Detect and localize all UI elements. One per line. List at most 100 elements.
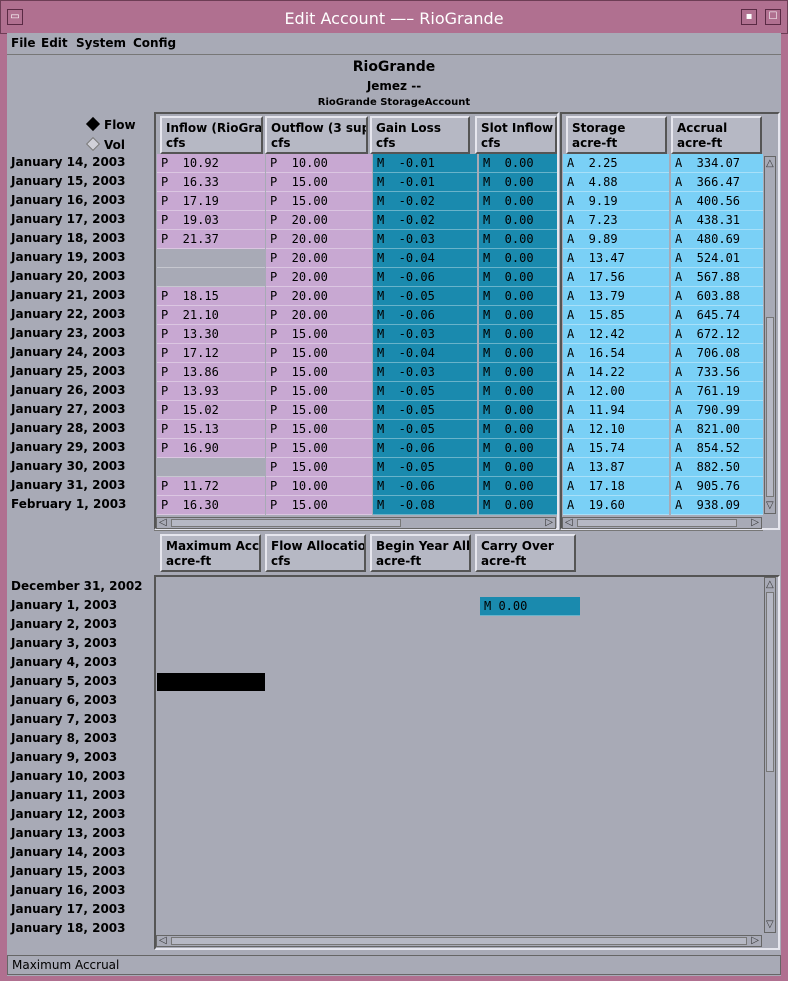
col-header-carry-over[interactable]: Carry Over acre-ft — [475, 534, 576, 572]
accrual-cell[interactable]: A 706.08 — [671, 344, 763, 363]
gain-loss-cell[interactable]: M -0.03 — [373, 363, 477, 382]
col-header-storage[interactable]: Storage acre-ft — [566, 116, 667, 154]
slot-inflow-cell[interactable]: M 0.00 — [479, 344, 557, 363]
scroll-right-icon[interactable]: ▷ — [751, 518, 759, 528]
gain-loss-cell[interactable]: M -0.05 — [373, 420, 477, 439]
upper-vscrollbar[interactable]: △ ▽ — [764, 156, 776, 514]
gain-loss-cell[interactable]: M -0.06 — [373, 268, 477, 287]
outflow-cell[interactable]: P 20.00 — [266, 306, 372, 325]
inflow-cell[interactable] — [157, 268, 265, 287]
outflow-cell[interactable]: P 20.00 — [266, 211, 372, 230]
gain-loss-cell[interactable]: M -0.06 — [373, 439, 477, 458]
storage-cell[interactable]: A 15.74 — [563, 439, 669, 458]
accrual-cell[interactable]: A 400.56 — [671, 192, 763, 211]
col-header-begin-year-alloc[interactable]: Begin Year Allo acre-ft — [370, 534, 471, 572]
gain-loss-cell[interactable]: M -0.08 — [373, 496, 477, 515]
lower-vscrollbar[interactable]: △ ▽ — [764, 577, 776, 933]
accrual-cell[interactable]: A 603.88 — [671, 287, 763, 306]
accrual-cell[interactable]: A 334.07 — [671, 154, 763, 173]
storage-cell[interactable]: A 19.60 — [563, 496, 669, 515]
scroll-down-icon[interactable]: ▽ — [766, 920, 774, 930]
col-header-gain-loss[interactable]: Gain Loss cfs — [370, 116, 470, 154]
accrual-cell[interactable]: A 567.88 — [671, 268, 763, 287]
storage-cell[interactable]: A 13.47 — [563, 249, 669, 268]
scroll-thumb[interactable] — [171, 519, 401, 527]
gain-loss-cell[interactable]: M -0.05 — [373, 458, 477, 477]
slot-inflow-cell[interactable]: M 0.00 — [479, 173, 557, 192]
inflow-cell[interactable] — [157, 249, 265, 268]
inflow-cell[interactable]: P 15.13 — [157, 420, 265, 439]
accrual-cell[interactable]: A 733.56 — [671, 363, 763, 382]
inflow-cell[interactable]: P 11.72 — [157, 477, 265, 496]
slot-inflow-cell[interactable]: M 0.00 — [479, 477, 557, 496]
storage-cell[interactable]: A 12.10 — [563, 420, 669, 439]
scroll-down-icon[interactable]: ▽ — [766, 501, 774, 511]
menu-edit[interactable]: Edit — [41, 36, 68, 50]
outflow-cell[interactable]: P 15.00 — [266, 401, 372, 420]
slot-inflow-cell[interactable]: M 0.00 — [479, 458, 557, 477]
gain-loss-cell[interactable]: M -0.05 — [373, 287, 477, 306]
selected-cell[interactable] — [157, 673, 265, 691]
gain-loss-cell[interactable]: M -0.06 — [373, 477, 477, 496]
storage-cell[interactable]: A 16.54 — [563, 344, 669, 363]
inflow-cell[interactable]: P 13.86 — [157, 363, 265, 382]
storage-cell[interactable]: A 9.89 — [563, 230, 669, 249]
accrual-cell[interactable]: A 905.76 — [671, 477, 763, 496]
gain-loss-cell[interactable]: M -0.04 — [373, 344, 477, 363]
inflow-cell[interactable]: P 15.02 — [157, 401, 265, 420]
inflow-cell[interactable]: P 10.92 — [157, 154, 265, 173]
slot-inflow-cell[interactable]: M 0.00 — [479, 192, 557, 211]
accrual-cell[interactable]: A 854.52 — [671, 439, 763, 458]
slot-inflow-cell[interactable]: M 0.00 — [479, 439, 557, 458]
col-header-outflow[interactable]: Outflow (3 sup cfs — [265, 116, 368, 154]
outflow-cell[interactable]: P 20.00 — [266, 268, 372, 287]
outflow-cell[interactable]: P 15.00 — [266, 420, 372, 439]
gain-loss-cell[interactable]: M -0.02 — [373, 192, 477, 211]
inflow-cell[interactable]: P 17.19 — [157, 192, 265, 211]
slot-inflow-cell[interactable]: M 0.00 — [479, 363, 557, 382]
accrual-cell[interactable]: A 645.74 — [671, 306, 763, 325]
col-header-inflow[interactable]: Inflow (RioGrar cfs — [160, 116, 263, 154]
col-header-accrual[interactable]: Accrual acre-ft — [671, 116, 762, 154]
scroll-up-icon[interactable]: △ — [766, 580, 774, 590]
outflow-cell[interactable]: P 15.00 — [266, 325, 372, 344]
outflow-cell[interactable]: P 15.00 — [266, 173, 372, 192]
inflow-cell[interactable]: P 13.93 — [157, 382, 265, 401]
outflow-cell[interactable]: P 15.00 — [266, 192, 372, 211]
gain-loss-cell[interactable]: M -0.01 — [373, 154, 477, 173]
inflow-cell[interactable]: P 17.12 — [157, 344, 265, 363]
outflow-cell[interactable]: P 20.00 — [266, 230, 372, 249]
menu-file[interactable]: File — [11, 36, 36, 50]
scroll-up-icon[interactable]: △ — [766, 159, 774, 169]
outflow-cell[interactable]: P 15.00 — [266, 363, 372, 382]
scroll-left-icon[interactable]: ◁ — [159, 518, 167, 528]
accrual-cell[interactable]: A 821.00 — [671, 420, 763, 439]
inflow-cell[interactable]: P 13.30 — [157, 325, 265, 344]
accrual-cell[interactable]: A 366.47 — [671, 173, 763, 192]
flow-radio[interactable]: Flow — [85, 116, 136, 132]
accrual-cell[interactable]: A 524.01 — [671, 249, 763, 268]
gain-loss-cell[interactable]: M -0.06 — [373, 306, 477, 325]
accrual-cell[interactable]: A 480.69 — [671, 230, 763, 249]
storage-cell[interactable]: A 17.18 — [563, 477, 669, 496]
storage-cell[interactable]: A 4.88 — [563, 173, 669, 192]
scroll-left-icon[interactable]: ◁ — [159, 936, 167, 946]
inflow-cell[interactable]: P 16.33 — [157, 173, 265, 192]
col-header-max-accrual[interactable]: Maximum Accruacre-ft — [160, 534, 261, 572]
slot-inflow-cell[interactable]: M 0.00 — [479, 382, 557, 401]
storage-cell[interactable]: A 15.85 — [563, 306, 669, 325]
inflow-cell[interactable]: P 21.37 — [157, 230, 265, 249]
slot-inflow-cell[interactable]: M 0.00 — [479, 268, 557, 287]
scroll-thumb[interactable] — [577, 519, 737, 527]
gain-loss-cell[interactable]: M -0.05 — [373, 382, 477, 401]
gain-loss-cell[interactable]: M -0.01 — [373, 173, 477, 192]
slot-inflow-cell[interactable]: M 0.00 — [479, 306, 557, 325]
outflow-cell[interactable]: P 15.00 — [266, 382, 372, 401]
upper-right-hscrollbar[interactable]: ◁ ▷ — [562, 517, 762, 529]
outflow-cell[interactable]: P 10.00 — [266, 154, 372, 173]
inflow-cell[interactable]: P 19.03 — [157, 211, 265, 230]
storage-cell[interactable]: A 12.00 — [563, 382, 669, 401]
accrual-cell[interactable]: A 672.12 — [671, 325, 763, 344]
outflow-cell[interactable]: P 15.00 — [266, 344, 372, 363]
slot-inflow-cell[interactable]: M 0.00 — [479, 496, 557, 515]
